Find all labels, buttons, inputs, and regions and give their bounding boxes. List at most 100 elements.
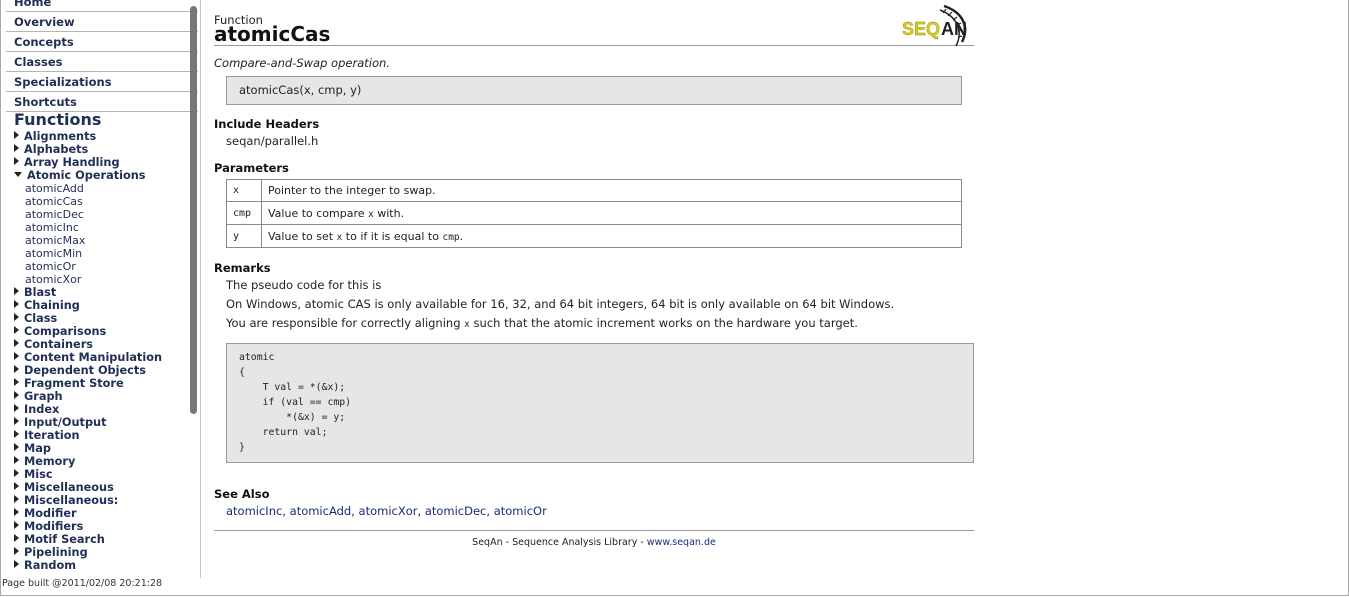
page-built-timestamp: Page built @2011/02/08 20:21:28 (2, 578, 163, 589)
function-tree: Alignments Alphabets Array Handling Atomic … (14, 130, 194, 572)
collapsed-triangle-icon (14, 391, 19, 399)
sidebar-group-label: Memory (24, 455, 76, 468)
sidebar-group-label: Class (24, 312, 58, 325)
sidebar-group[interactable]: Miscellaneous: (14, 494, 194, 507)
collapsed-triangle-icon (14, 352, 19, 360)
parameters-table: x Pointer to the integer to swap. cmp Va… (226, 179, 962, 248)
svg-text:SEQ: SEQ (902, 19, 940, 39)
functions-heading: Functions (14, 110, 102, 129)
see-also-link-atomicadd[interactable]: atomicAdd (290, 504, 352, 518)
sidebar-group[interactable]: Modifiers (14, 520, 194, 533)
collapsed-triangle-icon (14, 469, 19, 477)
sidebar-function-link[interactable]: atomicXor (14, 273, 194, 286)
sidebar-group-label: Modifier (24, 507, 77, 520)
sidebar-group-label: Motif Search (24, 533, 105, 546)
collapsed-triangle-icon (14, 521, 19, 529)
sidebar-group[interactable]: Pipelining (14, 546, 194, 559)
collapsed-triangle-icon (14, 404, 19, 412)
see-also-link-atomicxor[interactable]: atomicXor (359, 504, 418, 518)
collapsed-triangle-icon (14, 456, 19, 464)
sidebar-group[interactable]: Comparisons (14, 325, 194, 338)
sidebar-group[interactable]: Dependent Objects (14, 364, 194, 377)
svg-text:AN: AN (941, 19, 967, 39)
sidebar-group[interactable]: Miscellaneous (14, 481, 194, 494)
see-also-link-atomicinc[interactable]: atomicInc (226, 504, 282, 518)
collapsed-triangle-icon (14, 495, 19, 503)
sidebar-group[interactable]: Class (14, 312, 194, 325)
signature-box: atomicCas(x, cmp, y) (226, 76, 962, 105)
sidebar-function-link[interactable]: atomicMax (14, 234, 194, 247)
sidebar-group-label: Random (24, 559, 76, 572)
sidebar-group[interactable]: Input/Output (14, 416, 194, 429)
collapsed-triangle-icon (14, 417, 19, 425)
sidebar-group[interactable]: Atomic Operations (14, 169, 194, 182)
sidebar-group-label: Comparisons (24, 325, 107, 338)
collapsed-triangle-icon (14, 339, 19, 347)
param-name: y (226, 224, 262, 248)
collapsed-triangle-icon (14, 430, 19, 438)
sidebar-group-label: Miscellaneous (24, 481, 114, 494)
param-name: cmp (226, 201, 262, 225)
sidebar-group[interactable]: Random (14, 559, 194, 572)
sidebar-function-link[interactable]: atomicInc (14, 221, 194, 234)
sidebar-group[interactable]: Content Manipulation (14, 351, 194, 364)
sidebar-group[interactable]: Fragment Store (14, 377, 194, 390)
see-also-link-atomicdec[interactable]: atomicDec (425, 504, 487, 518)
collapsed-triangle-icon (14, 547, 19, 555)
sidebar-group[interactable]: Alignments (14, 130, 194, 143)
nav-concepts[interactable]: Concepts (6, 33, 198, 52)
collapsed-triangle-icon (14, 313, 19, 321)
param-description: Pointer to the integer to swap. (261, 179, 962, 202)
sidebar-group[interactable]: Modifier (14, 507, 194, 520)
sidebar-group[interactable]: Index (14, 403, 194, 416)
sidebar-group-label: Containers (24, 338, 93, 351)
sidebar-group[interactable]: Blast (14, 286, 194, 299)
footer: SeqAn - Sequence Analysis Library - www.… (472, 537, 716, 548)
collapsed-triangle-icon (14, 157, 19, 165)
sidebar-group-label: Dependent Objects (24, 364, 146, 377)
see-also-link-atomicor[interactable]: atomicOr (494, 504, 547, 518)
title-divider (214, 45, 974, 46)
sidebar-group-label: Index (24, 403, 60, 416)
top-nav: Home Overview Concepts Classes Specializ… (6, 0, 198, 113)
sidebar-group[interactable]: Map (14, 442, 194, 455)
sidebar-group-label: Modifiers (24, 520, 84, 533)
sidebar-function-link[interactable]: atomicCas (14, 195, 194, 208)
sidebar-scrollbar[interactable] (190, 6, 197, 414)
param-row: cmp Value to compare x with. (226, 201, 962, 225)
sidebar-group[interactable]: Misc (14, 468, 194, 481)
sidebar-function-link[interactable]: atomicDec (14, 208, 194, 221)
nav-overview[interactable]: Overview (6, 13, 198, 32)
sidebar-function-link[interactable]: atomicOr (14, 260, 194, 273)
remarks-heading: Remarks (214, 261, 271, 275)
include-file: seqan/parallel.h (226, 134, 319, 148)
collapsed-triangle-icon (14, 326, 19, 334)
sidebar-group-label: Chaining (24, 299, 80, 312)
sidebar-function-link[interactable]: atomicAdd (14, 182, 194, 195)
remark-text: On Windows, atomic CAS is only available… (226, 297, 895, 311)
nav-specializations[interactable]: Specializations (6, 73, 198, 92)
function-description: Compare-and-Swap operation. (214, 56, 390, 70)
nav-classes[interactable]: Classes (6, 53, 198, 72)
footer-divider (214, 530, 974, 531)
sidebar-group-label: Input/Output (24, 416, 107, 429)
sidebar-group[interactable]: Containers (14, 338, 194, 351)
nav-home[interactable]: Home (6, 0, 198, 12)
param-row: y Value to set x to if it is equal to cm… (226, 224, 962, 248)
sidebar-group[interactable]: Memory (14, 455, 194, 468)
sidebar-group[interactable]: Motif Search (14, 533, 194, 546)
see-also-links: atomicInc, atomicAdd, atomicXor, atomicD… (226, 504, 547, 518)
sidebar-group-label: Miscellaneous: (24, 494, 119, 507)
sidebar-group[interactable]: Iteration (14, 429, 194, 442)
sidebar-function-link[interactable]: atomicMin (14, 247, 194, 260)
sidebar-group[interactable]: Alphabets (14, 143, 194, 156)
remark-text: You are responsible for correctly aligni… (226, 316, 858, 330)
sidebar-group-label: Alphabets (24, 143, 89, 156)
remark-text: The pseudo code for this is (226, 278, 382, 292)
sidebar-group[interactable]: Graph (14, 390, 194, 403)
sidebar-group-label: Atomic Operations (27, 169, 146, 182)
footer-link[interactable]: www.seqan.de (647, 537, 716, 548)
param-description: Value to compare x with. (261, 201, 962, 225)
sidebar-group[interactable]: Chaining (14, 299, 194, 312)
sidebar-group[interactable]: Array Handling (14, 156, 194, 169)
